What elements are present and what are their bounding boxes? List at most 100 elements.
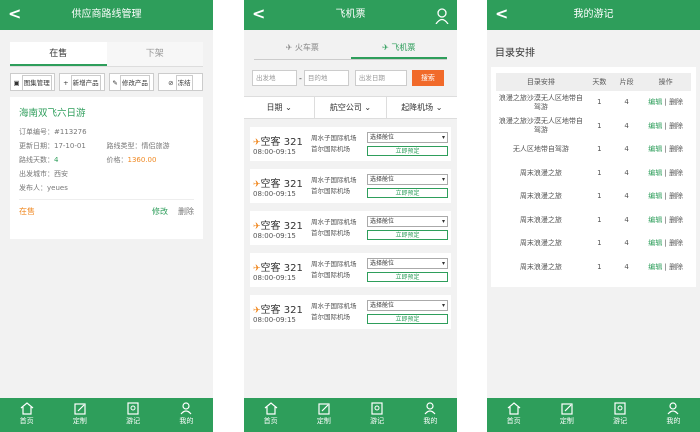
edit-link[interactable]: 编辑 xyxy=(648,145,662,153)
book-button[interactable]: 立即预定 xyxy=(367,230,448,240)
tab-custom-label: 定制 xyxy=(72,417,87,425)
edit-link[interactable]: 修改 xyxy=(152,206,168,217)
route-card: 海南双飞六日游 订单编号：#113276 更新日期：17-10-01 路线类型：情… xyxy=(10,97,203,239)
edit-link[interactable]: 编辑 xyxy=(648,239,662,247)
tab-travelogue-label: 游记 xyxy=(370,417,385,425)
tab-mine[interactable]: 我的 xyxy=(160,398,213,432)
delete-link[interactable]: 删除 xyxy=(178,206,194,217)
catalog-name: 周末浪漫之旅 xyxy=(519,215,562,224)
add-product-button[interactable]: + 新增产品 xyxy=(59,73,105,91)
tab-custom[interactable]: 定制 xyxy=(540,398,593,432)
separator: | xyxy=(664,239,667,248)
segments-cell: 4 xyxy=(624,239,629,248)
publisher: 发布人：yeues xyxy=(19,184,68,192)
tab-custom[interactable]: 定制 xyxy=(297,398,350,432)
catalog-panel: 目录安排 天数 片段 操作 浪漫之旅沙漠无人区地带自驾游 1 4 编辑 | 删除 浪漫之… xyxy=(491,67,696,287)
user-icon xyxy=(180,402,192,415)
delete-link[interactable]: 删除 xyxy=(669,192,683,200)
book-button[interactable]: 立即预定 xyxy=(367,146,448,156)
delete-link[interactable]: 删除 xyxy=(669,263,683,271)
arrival-airport: 首尔国际机场 xyxy=(311,187,350,195)
edit-link[interactable]: 编辑 xyxy=(648,98,662,106)
my-travelogue-screen: < 我的游记 目录安排 目录安排 天数 片段 操作 浪漫之旅沙漠无人区地带自驾游… xyxy=(487,0,700,432)
operation-cell: 编辑 | 删除 xyxy=(640,138,691,162)
tab-off-shelf[interactable]: 下架 xyxy=(106,42,203,66)
cabin-select[interactable]: 选择舱位 xyxy=(367,174,448,185)
flight-number: 空客 321 xyxy=(260,304,303,316)
tab-train[interactable]: ✈ 火车票 xyxy=(254,42,351,59)
search-bar: 出发地 - 目的地 出发日期 搜索 xyxy=(252,70,449,86)
supplier-route-screen: < 供应商路线管理 在售 下架 ▣ 图集管理 + 新增产品 ✎ 修改产品 ⊘ 冻… xyxy=(0,0,213,432)
flight-item: ✈空客 32108:00-09:15 周水子国际机场首尔国际机场 选择舱位立即预… xyxy=(250,253,451,287)
tab-home[interactable]: 首页 xyxy=(0,398,53,432)
route-name: 海南双飞六日游 xyxy=(19,108,86,119)
filter-airline[interactable]: 航空公司 ⌄ xyxy=(315,97,387,118)
cabin-select[interactable]: 选择舱位 xyxy=(367,216,448,227)
tab-travelogue[interactable]: 游记 xyxy=(594,398,647,432)
flight-number: 空客 321 xyxy=(260,220,303,232)
cabin-select[interactable]: 选择舱位 xyxy=(367,258,448,269)
search-button[interactable]: 搜索 xyxy=(411,70,444,86)
edit-link[interactable]: 编辑 xyxy=(648,122,662,130)
to-input[interactable]: 目的地 xyxy=(303,70,349,86)
gallery-manage-label: 图集管理 xyxy=(21,75,52,90)
back-arrow-icon[interactable]: < xyxy=(252,0,265,28)
freeze-button[interactable]: ⊘ 冻结 xyxy=(157,73,203,91)
plane-icon: ✈ xyxy=(253,263,261,274)
cabin-select[interactable]: 选择舱位 xyxy=(367,132,448,143)
arrival-airport: 首尔国际机场 xyxy=(311,229,350,237)
tab-custom[interactable]: 定制 xyxy=(53,398,106,432)
top-bar: < 供应商路线管理 xyxy=(0,0,213,30)
catalog-name: 周末浪漫之旅 xyxy=(519,168,562,177)
user-icon[interactable] xyxy=(435,8,449,24)
book-button[interactable]: 立即预定 xyxy=(367,314,448,324)
operation-cell: 编辑 | 删除 xyxy=(640,185,691,209)
back-arrow-icon[interactable]: < xyxy=(495,0,508,28)
status-badge: 在售 xyxy=(19,207,35,216)
from-input[interactable]: 出发地 xyxy=(252,70,297,86)
separator: | xyxy=(664,121,667,130)
dash-separator: - xyxy=(299,73,302,83)
tab-travelogue-label: 游记 xyxy=(126,417,141,425)
edit-link[interactable]: 编辑 xyxy=(648,263,662,271)
picture-icon xyxy=(614,402,626,415)
segments-cell: 4 xyxy=(624,121,629,130)
book-button[interactable]: 立即预定 xyxy=(367,188,448,198)
tab-travelogue[interactable]: 游记 xyxy=(107,398,160,432)
flight-list: ✈空客 32108:00-09:15 周水子国际机场首尔国际机场 选择舱位立即预… xyxy=(244,127,457,329)
delete-link[interactable]: 删除 xyxy=(669,169,683,177)
cabin-select[interactable]: 选择舱位 xyxy=(367,300,448,311)
tab-mine[interactable]: 我的 xyxy=(404,398,457,432)
delete-link[interactable]: 删除 xyxy=(669,216,683,224)
tab-on-sale[interactable]: 在售 xyxy=(10,42,107,66)
delete-link[interactable]: 删除 xyxy=(669,239,683,247)
delete-link[interactable]: 删除 xyxy=(669,122,683,130)
delete-link[interactable]: 删除 xyxy=(669,98,683,106)
tab-travelogue[interactable]: 游记 xyxy=(351,398,404,432)
date-input[interactable]: 出发日期 xyxy=(354,70,407,86)
filter-airport[interactable]: 起降机场 ⌄ xyxy=(387,97,457,118)
book-button[interactable]: 立即预定 xyxy=(367,272,448,282)
edit-link[interactable]: 编辑 xyxy=(648,216,662,224)
table-row: 周末浪漫之旅 1 4 编辑 | 删除 xyxy=(496,185,691,209)
gallery-manage-button[interactable]: ▣ 图集管理 xyxy=(10,73,56,91)
filter-date[interactable]: 日期 ⌄ xyxy=(244,97,316,118)
tab-home[interactable]: 首页 xyxy=(244,398,297,432)
edit-product-button[interactable]: ✎ 修改产品 xyxy=(108,73,154,91)
bottom-tabbar: 首页 定制 游记 我的 xyxy=(487,398,700,432)
tab-home[interactable]: 首页 xyxy=(487,398,540,432)
edit-link[interactable]: 编辑 xyxy=(648,192,662,200)
tab-mine[interactable]: 我的 xyxy=(647,398,700,432)
filter-airport-label: 起降机场 xyxy=(401,103,434,112)
back-arrow-icon[interactable]: < xyxy=(8,0,21,28)
flight-time: 08:00-09:15 xyxy=(253,315,296,324)
arrival-airport: 首尔国际机场 xyxy=(311,145,350,153)
days-cell: 1 xyxy=(597,262,602,271)
chevron-down-icon: ⌄ xyxy=(364,103,372,112)
edit-link[interactable]: 编辑 xyxy=(648,169,662,177)
tab-mine-label: 我的 xyxy=(179,417,194,425)
table-row: 周末浪漫之旅 1 4 编辑 | 删除 xyxy=(496,232,691,256)
tab-flight[interactable]: ✈ 飞机票 xyxy=(350,42,447,59)
delete-link[interactable]: 删除 xyxy=(669,145,683,153)
page-title: 供应商路线管理 xyxy=(71,9,142,20)
